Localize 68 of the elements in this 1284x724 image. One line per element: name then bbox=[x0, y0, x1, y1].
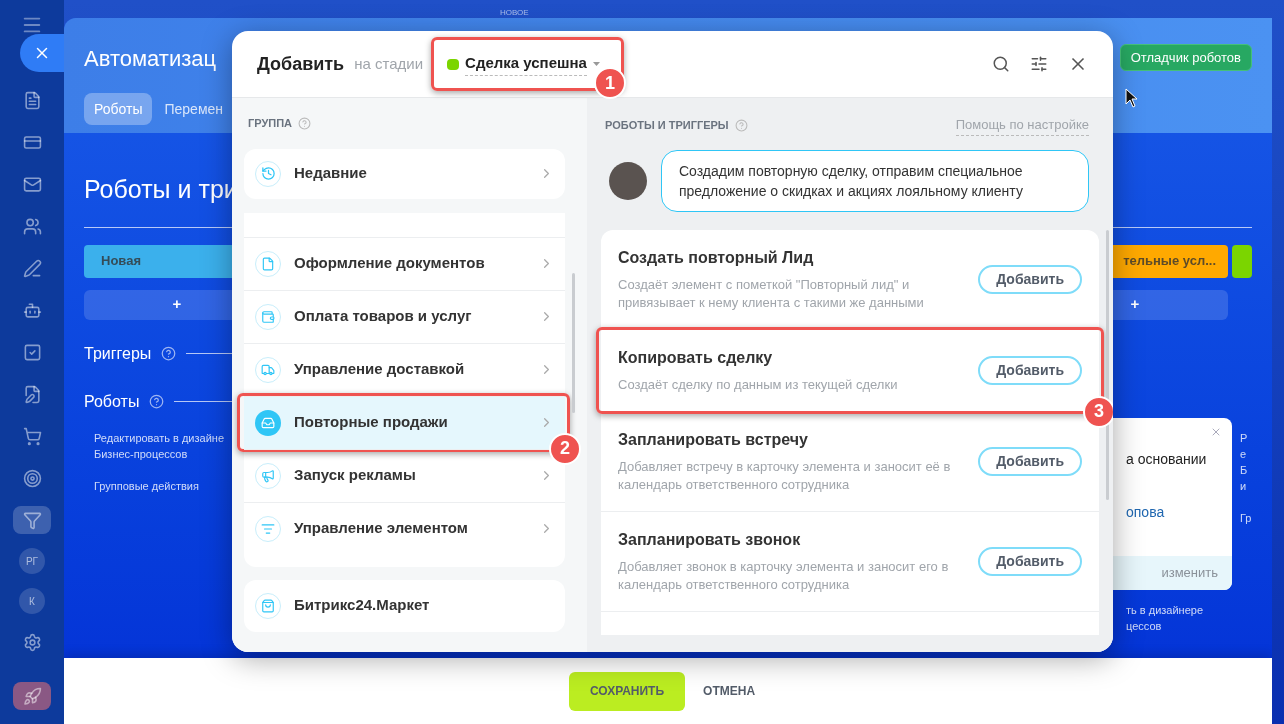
help-icon bbox=[298, 116, 312, 130]
robot-icon bbox=[22, 300, 42, 320]
dialog-title: Добавить bbox=[257, 52, 345, 76]
pen-icon bbox=[22, 258, 42, 278]
add-button[interactable]: Добавить bbox=[978, 546, 1082, 576]
section-label: Роботы bbox=[84, 391, 140, 412]
add-button[interactable]: Добавить bbox=[978, 355, 1082, 385]
users-icon bbox=[22, 216, 42, 236]
robot-description: Создаёт элемент с пометкой "Повторный лид" и привязывает к нему клиента с такими же данными bbox=[618, 276, 925, 312]
avatar bbox=[609, 161, 647, 200]
document-icon bbox=[22, 90, 42, 110]
funnel-icon bbox=[22, 510, 42, 530]
robot-title: Запланировать встречу bbox=[618, 430, 809, 450]
checkbox-icon bbox=[22, 342, 42, 362]
group-header: ГРУППА bbox=[248, 116, 293, 131]
add-button[interactable]: Добавить bbox=[978, 264, 1082, 294]
stage-prefix: на стадии bbox=[354, 53, 424, 74]
group-item[interactable]: Управление доставкой bbox=[244, 342, 565, 396]
user-avatar[interactable]: К bbox=[19, 588, 45, 614]
mail-icon bbox=[22, 174, 42, 194]
tip-bubble: Создадим повторную сделку, отправим специальное предложение о скидках и акциях лояльному клиенту bbox=[661, 149, 1089, 212]
settings-icon[interactable] bbox=[1030, 55, 1048, 73]
new-label: НОВОЕ bbox=[500, 7, 529, 19]
close-button[interactable] bbox=[20, 34, 64, 72]
history-icon bbox=[260, 166, 276, 181]
group-item[interactable]: Оформление документов bbox=[244, 236, 565, 290]
group-item[interactable]: Оплата товаров и услуг bbox=[244, 289, 565, 343]
wallet-icon bbox=[261, 309, 275, 324]
save-button[interactable]: СОХРАНИТЬ bbox=[568, 671, 686, 711]
designer-link[interactable]: Гр bbox=[1240, 509, 1252, 526]
robot-title: Запланировать звонок bbox=[618, 530, 802, 550]
designer-link[interactable]: Групповые действия bbox=[94, 477, 230, 494]
robot-description: Добавляет встречу в карточку элемента и заносит её в календарь ответственного сотрудника bbox=[618, 458, 952, 494]
target-icon bbox=[22, 468, 42, 488]
robot-description: Создаёт сделку по данным из текущей сделки bbox=[618, 376, 899, 394]
robot-title: Копировать сделку bbox=[618, 348, 774, 368]
rocket-tab[interactable] bbox=[13, 682, 51, 710]
robots-header: РОБОТЫ И ТРИГГЕРЫ bbox=[605, 118, 729, 133]
help-icon bbox=[161, 346, 177, 361]
callout-badge: 3 bbox=[1083, 395, 1113, 428]
add-button[interactable]: Добавить bbox=[978, 446, 1082, 476]
funnel-tab[interactable] bbox=[13, 506, 51, 534]
rocket-icon bbox=[22, 686, 42, 706]
callout-badge: 1 bbox=[593, 67, 626, 99]
robot-description: Добавляет звонок в карточку элемента и заносит его в календарь ответственного сотрудника bbox=[618, 558, 950, 594]
filter-icon bbox=[261, 521, 275, 536]
callout-badge: 2 bbox=[549, 432, 581, 465]
document-icon bbox=[261, 256, 275, 271]
group-item[interactable]: Недавние bbox=[244, 148, 565, 199]
tray-icon bbox=[261, 415, 275, 430]
help-icon bbox=[734, 118, 748, 132]
search-icon[interactable] bbox=[992, 55, 1010, 73]
page-title: Автоматизац bbox=[84, 45, 217, 73]
designer-link[interactable]: Редактировать в дизайне Бизнес-процессов bbox=[94, 429, 230, 462]
group-item[interactable]: Битрикс24.Маркет bbox=[244, 579, 565, 632]
megaphone-icon bbox=[261, 468, 275, 483]
document-edit-icon bbox=[22, 384, 42, 404]
user-avatar[interactable]: РГ bbox=[19, 548, 45, 574]
truck-icon bbox=[261, 362, 275, 377]
help-icon bbox=[149, 394, 165, 409]
cancel-button[interactable]: ОТМЕНА bbox=[691, 671, 768, 711]
cursor-icon bbox=[1125, 88, 1139, 108]
cart-icon bbox=[22, 426, 42, 446]
settings-icon bbox=[22, 632, 42, 652]
section-label: Триггеры bbox=[84, 343, 152, 364]
shopping-bag-icon bbox=[261, 598, 275, 613]
designer-link[interactable]: Ре Би bbox=[1240, 429, 1252, 494]
group-item[interactable]: Управление элементом bbox=[244, 501, 565, 555]
